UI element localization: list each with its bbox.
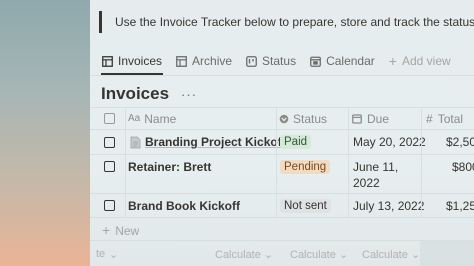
tab-status[interactable]: Status <box>246 52 296 70</box>
database-header: Invoices ··· <box>101 84 197 104</box>
column-total-label: Total <box>437 111 464 126</box>
column-divider <box>348 194 349 217</box>
table-icon <box>176 55 187 67</box>
status-badge: Paid <box>280 135 312 149</box>
calendar-icon <box>310 56 321 67</box>
column-divider <box>421 155 422 193</box>
new-row-label: New <box>115 224 140 238</box>
tabs-divider <box>90 75 474 76</box>
date-property-icon <box>352 113 362 124</box>
callout-text: Use the Invoice Tracker below to prepare… <box>115 15 474 29</box>
row-select-cell[interactable] <box>104 155 115 193</box>
column-name-label: Name <box>144 111 177 126</box>
row-name[interactable]: Retainer: Brett <box>128 160 211 174</box>
plus-icon: + <box>102 222 111 238</box>
calculate-status[interactable]: Calculate ⌄ <box>215 248 273 261</box>
status-badge: Pending <box>280 160 331 174</box>
column-divider <box>125 130 126 154</box>
background-left <box>0 0 90 266</box>
row-due-cell[interactable]: July 13, 2022 <box>353 194 424 217</box>
tab-calendar-label: Calendar <box>326 54 375 68</box>
row-name[interactable]: Brand Book Kickoff <box>128 199 240 213</box>
column-divider <box>421 130 422 154</box>
column-divider <box>276 108 277 129</box>
table-icon <box>102 55 113 67</box>
column-divider <box>348 155 349 193</box>
new-row-button[interactable]: + New <box>102 222 140 238</box>
status-property-icon <box>279 114 289 123</box>
chevron-down-icon: ⌄ <box>109 249 119 261</box>
text-property-icon: Aa <box>128 113 141 124</box>
table-header-row: Aa Name Status Due # Total <box>90 107 474 129</box>
table-row[interactable]: Retainer: Brett Pending June 11, 2022 $8… <box>90 154 474 193</box>
tab-invoices[interactable]: Invoices <box>102 52 162 70</box>
select-all-checkbox[interactable] <box>104 113 115 124</box>
column-due-label: Due <box>367 111 390 126</box>
column-divider <box>421 108 422 129</box>
board-icon <box>246 55 257 67</box>
notion-page: Use the Invoice Tracker below to prepare… <box>90 0 474 266</box>
column-divider <box>276 155 277 193</box>
tab-calendar[interactable]: Calendar <box>310 52 375 70</box>
column-divider <box>348 108 349 129</box>
table-row[interactable]: Brand Book Kickoff Not sent July 13, 202… <box>90 193 474 218</box>
tab-archive-label: Archive <box>192 54 233 68</box>
calculate-total[interactable]: Calculate ⌄ <box>362 248 420 261</box>
row-checkbox[interactable] <box>104 200 115 211</box>
row-total-cell[interactable]: $1,250 <box>446 194 474 217</box>
column-header-status[interactable]: Status <box>279 108 327 129</box>
row-name-cell[interactable]: Retainer: Brett <box>128 155 211 193</box>
tab-status-label: Status <box>262 54 297 68</box>
calculate-label: Calculate <box>362 249 408 261</box>
calculate-label: Calculate <box>215 249 261 261</box>
row-status-cell[interactable]: Paid <box>280 130 312 154</box>
database-title[interactable]: Invoices <box>101 84 169 104</box>
tab-invoices-label: Invoices <box>118 54 163 68</box>
column-divider <box>125 108 126 129</box>
column-header-total[interactable]: # Total <box>426 108 463 129</box>
calculate-hover-area[interactable] <box>420 241 474 266</box>
column-status-label: Status <box>293 111 328 126</box>
row-due-cell[interactable]: June 11, 2022 <box>353 155 398 193</box>
column-header-due[interactable]: Due <box>352 108 389 129</box>
add-view-button[interactable]: + Add view <box>389 52 451 70</box>
select-all-cell[interactable] <box>104 108 115 129</box>
row-status-cell[interactable]: Pending <box>280 155 331 193</box>
calculate-label: Calculate <box>290 249 336 261</box>
more-options-icon[interactable]: ··· <box>181 87 197 102</box>
due-date-line2: 2022 <box>353 176 380 190</box>
row-due-cell[interactable]: May 20, 2022 <box>353 130 426 154</box>
row-name[interactable]: Branding Project Kickoff <box>145 135 286 149</box>
calculate-partial[interactable]: te <box>96 248 105 260</box>
row-name-cell[interactable]: Branding Project Kickoff <box>130 130 286 154</box>
calculate-due[interactable]: Calculate ⌄ <box>290 248 348 261</box>
page-icon <box>130 136 141 148</box>
column-divider <box>421 194 422 217</box>
row-checkbox[interactable] <box>104 161 115 172</box>
row-name-cell[interactable]: Brand Book Kickoff <box>128 194 240 217</box>
column-divider <box>125 155 126 193</box>
row-checkbox[interactable] <box>104 136 115 148</box>
status-badge: Not sent <box>280 198 331 213</box>
row-select-cell[interactable] <box>104 194 115 217</box>
tab-archive[interactable]: Archive <box>176 52 232 70</box>
row-select-cell[interactable] <box>104 130 115 154</box>
column-divider <box>276 130 277 154</box>
add-view-label: Add view <box>401 54 451 68</box>
calculate-row: te ⌄ Calculate ⌄ Calculate ⌄ Calculate ⌄ <box>90 240 474 266</box>
column-header-name[interactable]: Aa Name <box>128 108 176 129</box>
column-divider <box>276 194 277 217</box>
row-status-cell[interactable]: Not sent <box>280 194 331 217</box>
callout-block: Use the Invoice Tracker below to prepare… <box>99 11 474 33</box>
row-total-cell[interactable]: $2,500 <box>446 130 474 154</box>
plus-icon: + <box>388 53 397 69</box>
column-divider <box>125 194 126 217</box>
number-property-icon: # <box>426 111 433 126</box>
due-date-line1: June 11, <box>353 160 399 174</box>
view-tabs: Invoices Archive Status Calendar + Add v… <box>102 52 465 70</box>
table-row[interactable]: Branding Project Kickoff Paid May 20, 20… <box>90 129 474 154</box>
row-total-cell[interactable]: $800 <box>452 155 474 193</box>
column-divider <box>348 130 349 154</box>
